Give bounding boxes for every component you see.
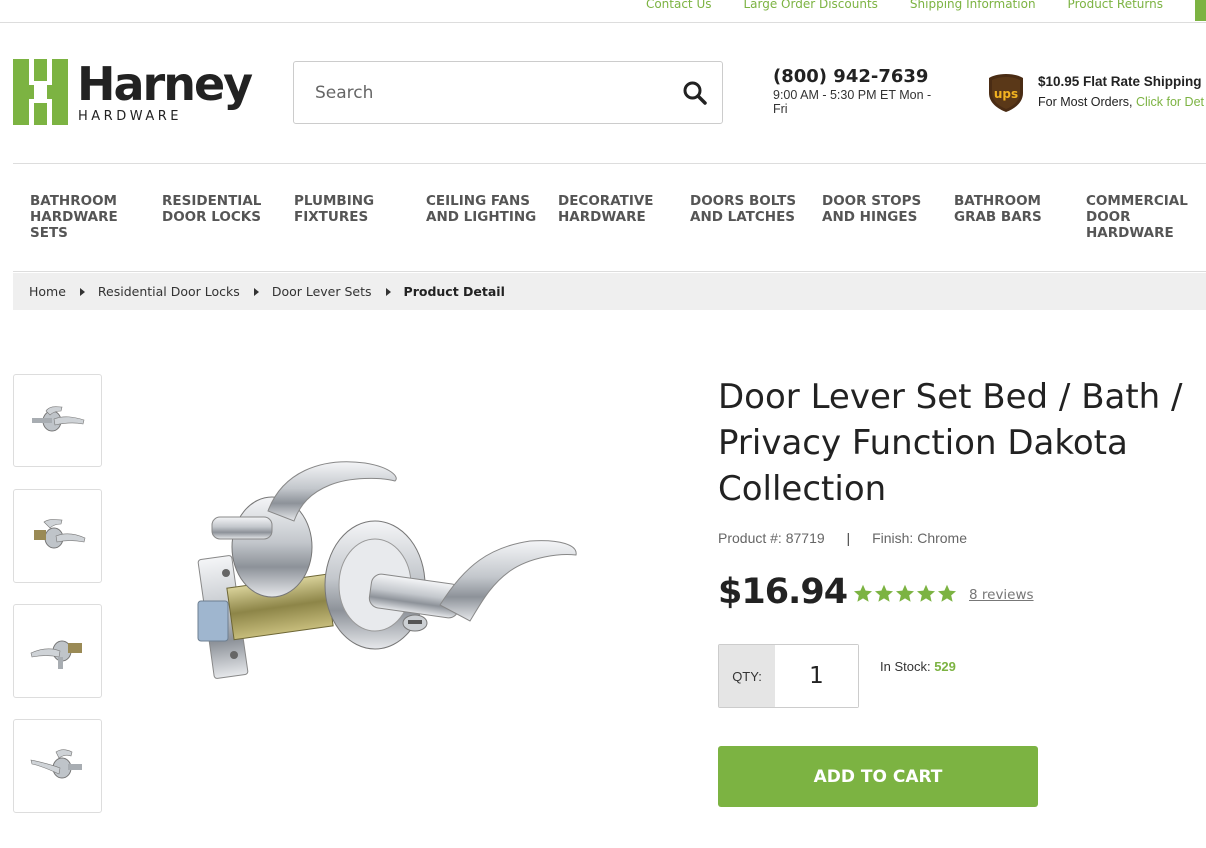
meta-divider: | bbox=[846, 530, 851, 546]
harney-logo[interactable]: Harney HARDWARE bbox=[13, 59, 253, 127]
contact-phone-block: (800) 942-7639 9:00 AM - 5:30 PM ET Mon … bbox=[773, 66, 943, 116]
nav-doors-bolts-and-latches[interactable]: DOORS BOLTS AND LATCHES bbox=[690, 193, 800, 225]
breadcrumb-separator-icon bbox=[79, 287, 85, 296]
product-thumbnail-4[interactable] bbox=[13, 719, 102, 813]
nav-ceiling-fans-and-lighting[interactable]: CEILING FANS AND LIGHTING bbox=[426, 193, 544, 225]
lever-thumbnail-icon bbox=[34, 519, 86, 549]
lever-thumbnail-icon bbox=[32, 406, 85, 432]
product-returns-link[interactable]: Product Returns bbox=[1068, 0, 1163, 11]
shipping-details-link[interactable]: Click for Det bbox=[1136, 95, 1204, 109]
contact-us-link[interactable]: Contact Us bbox=[646, 0, 712, 11]
search-box bbox=[293, 61, 723, 124]
breadcrumb-door-lever-sets[interactable]: Door Lever Sets bbox=[272, 284, 372, 299]
svg-text:ups: ups bbox=[994, 87, 1018, 101]
qty-input[interactable] bbox=[775, 645, 858, 707]
product-main-image[interactable] bbox=[190, 455, 590, 695]
stock-label: In Stock: bbox=[880, 659, 931, 674]
lever-thumbnail-icon bbox=[30, 640, 82, 669]
product-price: $16.94 bbox=[718, 572, 848, 612]
top-utility-bar: Contact Us Large Order Discounts Shippin… bbox=[0, 0, 1206, 23]
logo-mark-icon bbox=[13, 59, 68, 125]
reviews-link[interactable]: 8 reviews bbox=[969, 587, 1034, 603]
logo-wordmark: Harney bbox=[77, 57, 253, 111]
stock-count: 529 bbox=[934, 659, 956, 674]
nav-residential-door-locks[interactable]: RESIDENTIAL DOOR LOCKS bbox=[162, 193, 272, 225]
breadcrumb-separator-icon bbox=[253, 287, 259, 296]
add-to-cart-button[interactable]: ADD TO CART bbox=[718, 746, 1038, 807]
search-input[interactable] bbox=[294, 62, 654, 123]
nav-plumbing-fixtures[interactable]: PLUMBING FIXTURES bbox=[294, 193, 404, 225]
product-number: 87719 bbox=[785, 530, 825, 546]
nav-bathroom-grab-bars[interactable]: BATHROOM GRAB BARS bbox=[954, 193, 1064, 225]
nav-bathroom-hardware-sets[interactable]: BATHROOM HARDWARE SETS bbox=[30, 193, 140, 241]
finish-label: Finish: bbox=[872, 530, 914, 546]
breadcrumb: Home Residential Door Locks Door Lever S… bbox=[13, 273, 1206, 310]
star-icon bbox=[917, 584, 935, 602]
finish-value: Chrome bbox=[917, 530, 967, 546]
product-title: Door Lever Set Bed / Bath / Privacy Func… bbox=[718, 377, 1183, 509]
ups-shield-icon: ups bbox=[989, 74, 1023, 112]
phone-number[interactable]: (800) 942-7639 bbox=[773, 66, 943, 87]
quantity-selector: QTY: bbox=[718, 644, 859, 708]
shipping-promo: ups $10.95 Flat Rate Shipping For Most O… bbox=[988, 73, 1206, 113]
business-hours: 9:00 AM - 5:30 PM ET Mon - Fri bbox=[773, 88, 932, 116]
product-meta: Product #: 87719 | Finish: Chrome bbox=[718, 530, 967, 546]
star-rating bbox=[853, 584, 957, 603]
star-icon bbox=[875, 584, 893, 602]
star-icon bbox=[938, 584, 956, 602]
star-icon bbox=[854, 584, 872, 602]
product-number-label: Product #: bbox=[718, 530, 782, 546]
shipping-information-link[interactable]: Shipping Information bbox=[910, 0, 1036, 11]
star-icon bbox=[896, 584, 914, 602]
lever-thumbnail-icon bbox=[30, 749, 82, 779]
category-nav: BATHROOM HARDWARE SETS RESIDENTIAL DOOR … bbox=[13, 164, 1206, 272]
breadcrumb-current: Product Detail bbox=[403, 284, 505, 299]
product-thumbnail-2[interactable] bbox=[13, 489, 102, 583]
product-thumbnail-3[interactable] bbox=[13, 604, 102, 698]
breadcrumb-home[interactable]: Home bbox=[29, 284, 66, 299]
breadcrumb-residential-door-locks[interactable]: Residential Door Locks bbox=[98, 284, 240, 299]
shipping-subline: For Most Orders, Click for Det bbox=[1038, 95, 1204, 109]
shipping-subline-text: For Most Orders, bbox=[1038, 95, 1136, 109]
stock-status: In Stock: 529 bbox=[880, 659, 956, 674]
search-icon[interactable] bbox=[682, 80, 708, 106]
qty-label: QTY: bbox=[719, 645, 775, 707]
shipping-headline: $10.95 Flat Rate Shipping bbox=[1038, 74, 1202, 89]
product-thumbnail-1[interactable] bbox=[13, 374, 102, 467]
logo-subtitle: HARDWARE bbox=[78, 109, 182, 124]
breadcrumb-separator-icon bbox=[385, 287, 391, 296]
nav-door-stops-and-hinges[interactable]: DOOR STOPS AND HINGES bbox=[822, 193, 932, 225]
top-links: Contact Us Large Order Discounts Shippin… bbox=[614, 0, 1163, 11]
nav-commercial-door-hardware[interactable]: COMMERCIAL DOOR HARDWARE bbox=[1086, 193, 1196, 241]
large-order-discounts-link[interactable]: Large Order Discounts bbox=[743, 0, 877, 11]
account-tab[interactable] bbox=[1195, 0, 1206, 21]
nav-decorative-hardware[interactable]: DECORATIVE HARDWARE bbox=[558, 193, 668, 225]
